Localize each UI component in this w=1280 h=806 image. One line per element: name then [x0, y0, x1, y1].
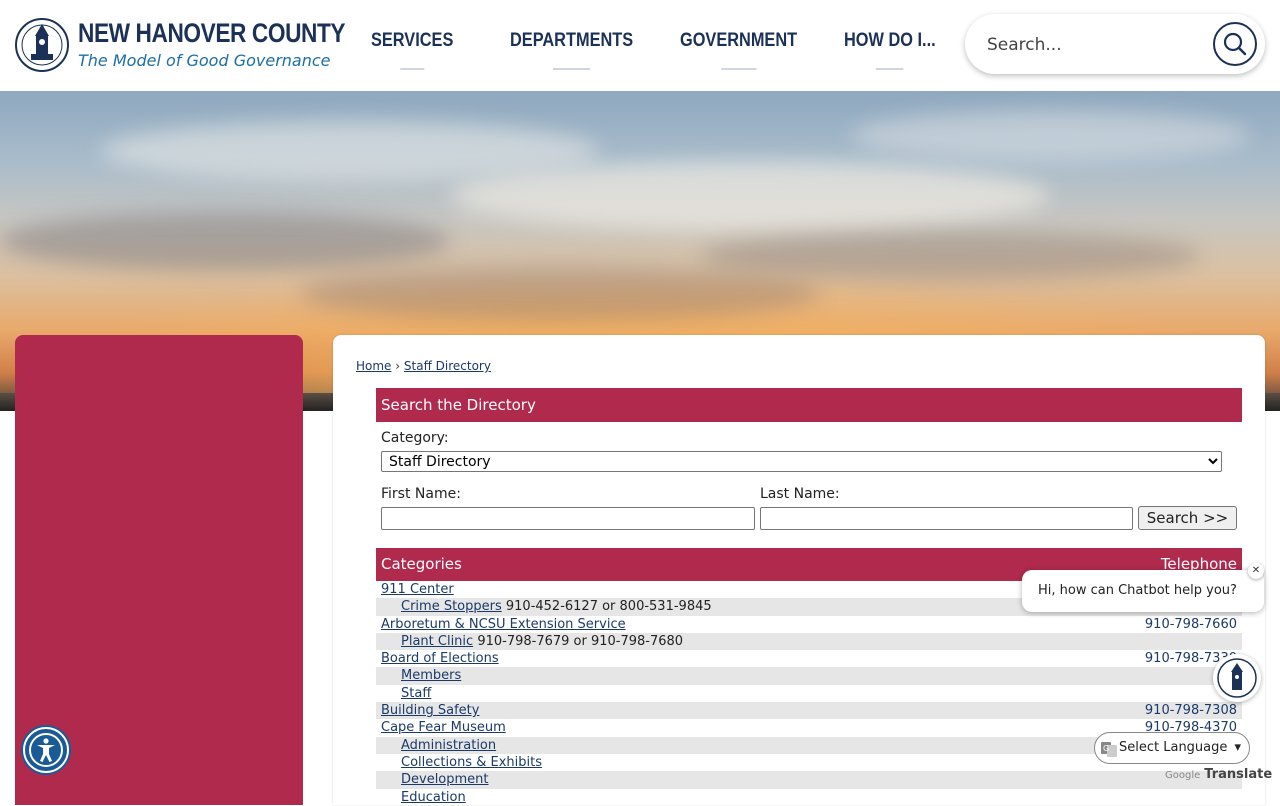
- table-row: Board of Elections 910-798-7330: [376, 650, 1242, 667]
- directory-link[interactable]: Board of Elections: [381, 651, 499, 666]
- directory-link[interactable]: Crime Stoppers: [401, 599, 502, 614]
- table-row: Education: [376, 789, 1242, 806]
- language-select-label: Select Language: [1119, 740, 1228, 755]
- row-name: 911 Center: [381, 581, 454, 598]
- chatbot-greeting[interactable]: Hi, how can Chatbot help you?: [1022, 570, 1264, 612]
- last-name-field[interactable]: [760, 507, 1133, 530]
- table-row: Arboretum & NCSU Extension Service 910-79…: [376, 616, 1242, 633]
- directory-link[interactable]: Collections & Exhibits: [401, 755, 542, 770]
- row-name: Cape Fear Museum: [381, 719, 506, 736]
- nav-government[interactable]: GOVERNMENT: [680, 30, 797, 70]
- breadcrumb-separator: ›: [395, 359, 401, 373]
- powered-by-google: Google Translate: [1165, 767, 1272, 782]
- chatbot-close-icon[interactable]: ✕: [1248, 563, 1264, 579]
- category-select[interactable]: Staff Directory: [381, 451, 1222, 472]
- directory-link[interactable]: 911 Center: [381, 582, 454, 597]
- directory-link[interactable]: Members: [401, 668, 461, 683]
- chatbot-seal-icon: [1217, 658, 1257, 698]
- table-row: Staff: [376, 685, 1242, 702]
- directory-link[interactable]: Building Safety: [381, 703, 479, 718]
- site-search: [965, 14, 1265, 74]
- google-translate-icon: G: [1101, 742, 1117, 757]
- search-icon: [1223, 32, 1247, 56]
- nav-underline: [876, 68, 904, 70]
- directory-link[interactable]: Plant Clinic: [401, 634, 473, 649]
- directory-link[interactable]: Cape Fear Museum: [381, 720, 506, 735]
- accessibility-button[interactable]: [23, 727, 69, 773]
- directory-list: 911 Center Crime Stoppers 910-452-6127 or…: [376, 581, 1242, 806]
- category-label: Category:: [381, 430, 449, 446]
- table-row: Members: [376, 667, 1242, 685]
- row-name: Plant Clinic 910-798-7679 or 910-798-768…: [401, 633, 683, 650]
- directory-link[interactable]: Development: [401, 772, 489, 787]
- nav-departments[interactable]: DEPARTMENTS: [510, 30, 633, 70]
- chevron-down-icon: ▾: [1234, 740, 1241, 755]
- nav-underline: [720, 68, 757, 70]
- svg-text:G: G: [1103, 744, 1109, 753]
- breadcrumb-staff-directory[interactable]: Staff Directory: [404, 359, 491, 373]
- row-name: Board of Elections: [381, 650, 499, 667]
- row-name: Development: [401, 771, 489, 788]
- translate-link[interactable]: Translate: [1204, 767, 1272, 782]
- last-name-label: Last Name:: [760, 486, 840, 502]
- brand[interactable]: NEW HANOVER COUNTY The Model of Good Gov…: [78, 18, 396, 70]
- first-name-label: First Name:: [381, 486, 461, 502]
- row-phone: 910-798-7660: [1144, 616, 1237, 632]
- row-name: Education: [401, 789, 466, 806]
- search-button[interactable]: [1213, 22, 1257, 66]
- row-name: Staff: [401, 685, 431, 702]
- nav-how-do-i[interactable]: HOW DO I...: [844, 30, 936, 70]
- row-name: Crime Stoppers 910-452-6127 or 800-531-9…: [401, 598, 712, 615]
- row-name: Building Safety: [381, 702, 479, 719]
- row-name: Administration: [401, 737, 496, 754]
- directory-link[interactable]: Arboretum & NCSU Extension Service: [381, 617, 626, 632]
- google-wordmark: Google: [1165, 770, 1201, 781]
- directory-link[interactable]: Education: [401, 790, 466, 805]
- categories-column-label: Categories: [381, 555, 462, 573]
- accessibility-icon: [29, 733, 63, 767]
- directory-search-button[interactable]: Search >>: [1138, 506, 1237, 530]
- directory-link[interactable]: Staff: [401, 686, 431, 701]
- nav-underline: [399, 68, 425, 70]
- row-inline-phone: 910-452-6127 or 800-531-9845: [501, 599, 712, 615]
- directory-link[interactable]: Administration: [401, 738, 496, 753]
- county-name: NEW HANOVER COUNTY: [78, 18, 346, 48]
- language-select[interactable]: G Select Language ▾: [1094, 732, 1250, 764]
- tagline: The Model of Good Governance: [78, 51, 331, 70]
- breadcrumb-home[interactable]: Home: [356, 359, 391, 373]
- search-input[interactable]: [985, 32, 1209, 58]
- nav-underline: [553, 68, 591, 70]
- first-name-field[interactable]: [381, 507, 755, 530]
- county-seal-logo[interactable]: [15, 14, 69, 76]
- table-row: Building Safety 910-798-7308: [376, 702, 1242, 720]
- search-directory-header: Search the Directory: [376, 388, 1242, 422]
- breadcrumb: Home › Staff Directory: [356, 359, 491, 373]
- table-row: Plant Clinic 910-798-7679 or 910-798-768…: [376, 632, 1242, 651]
- row-name: Members: [401, 667, 461, 684]
- chatbot-launcher[interactable]: [1213, 654, 1261, 702]
- nav-services[interactable]: SERVICES: [371, 30, 453, 70]
- row-phone: 910-798-7308: [1144, 703, 1237, 719]
- row-name: Arboretum & NCSU Extension Service: [381, 616, 626, 633]
- row-inline-phone: 910-798-7679 or 910-798-7680: [473, 633, 684, 649]
- row-name: Collections & Exhibits: [401, 754, 542, 771]
- table-row: Development: [376, 771, 1242, 789]
- site-header: NEW HANOVER COUNTY The Model of Good Gov…: [0, 0, 1280, 91]
